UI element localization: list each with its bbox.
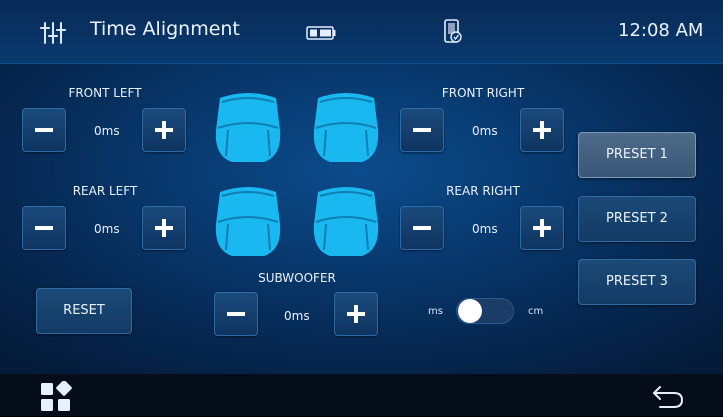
back-icon[interactable] bbox=[650, 383, 686, 409]
rear-right-plus-button[interactable] bbox=[520, 206, 564, 250]
plus-icon bbox=[155, 219, 173, 237]
unit-toggle-switch[interactable] bbox=[456, 298, 514, 324]
subwoofer-plus-button[interactable] bbox=[334, 292, 378, 336]
front-right-value: 0ms bbox=[472, 124, 498, 138]
preset-3-button[interactable]: PRESET 3 bbox=[578, 259, 696, 305]
seat-rear-left-icon[interactable] bbox=[210, 184, 286, 256]
bottom-bar bbox=[0, 374, 723, 416]
plus-icon bbox=[155, 121, 173, 139]
rear-right-value: 0ms bbox=[472, 222, 498, 236]
plus-icon bbox=[347, 305, 365, 323]
minus-icon bbox=[35, 128, 53, 132]
subwoofer-value: 0ms bbox=[284, 309, 310, 323]
page-title: Time Alignment bbox=[90, 18, 240, 40]
front-left-minus-button[interactable] bbox=[22, 108, 66, 152]
clock: 12:08 AM bbox=[618, 20, 704, 41]
front-left-label: FRONT LEFT bbox=[68, 86, 142, 100]
top-bar-divider bbox=[0, 63, 723, 64]
unit-cm-label: cm bbox=[528, 306, 544, 317]
seat-front-right-icon[interactable] bbox=[308, 90, 384, 162]
rear-right-label: REAR RIGHT bbox=[446, 184, 520, 198]
front-right-minus-button[interactable] bbox=[400, 108, 444, 152]
phone-sync-icon bbox=[442, 18, 464, 46]
rear-right-minus-button[interactable] bbox=[400, 206, 444, 250]
front-right-plus-button[interactable] bbox=[520, 108, 564, 152]
seat-rear-right-icon[interactable] bbox=[308, 184, 384, 256]
battery-icon bbox=[306, 25, 336, 40]
subwoofer-minus-button[interactable] bbox=[214, 292, 258, 336]
reset-button[interactable]: RESET bbox=[36, 288, 132, 334]
rear-left-label: REAR LEFT bbox=[72, 184, 138, 198]
unit-ms-label: ms bbox=[428, 306, 443, 317]
minus-icon bbox=[35, 226, 53, 230]
equalizer-icon[interactable] bbox=[40, 20, 66, 46]
plus-icon bbox=[533, 219, 551, 237]
plus-icon bbox=[533, 121, 551, 139]
minus-icon bbox=[413, 226, 431, 230]
front-left-plus-button[interactable] bbox=[142, 108, 186, 152]
rear-left-plus-button[interactable] bbox=[142, 206, 186, 250]
minus-icon bbox=[413, 128, 431, 132]
toggle-knob bbox=[458, 299, 482, 323]
subwoofer-label: SUBWOOFER bbox=[258, 271, 336, 285]
preset-1-button[interactable]: PRESET 1 bbox=[578, 132, 696, 178]
rear-left-minus-button[interactable] bbox=[22, 206, 66, 250]
screen: Time Alignment 12:08 AM FRONT LEFT 0ms F… bbox=[0, 0, 723, 416]
front-right-label: FRONT RIGHT bbox=[441, 86, 525, 100]
front-left-value: 0ms bbox=[94, 124, 120, 138]
seat-front-left-icon[interactable] bbox=[210, 90, 286, 162]
minus-icon bbox=[227, 312, 245, 316]
apps-grid-icon[interactable] bbox=[40, 380, 72, 413]
top-bar: Time Alignment 12:08 AM bbox=[0, 0, 723, 64]
rear-left-value: 0ms bbox=[94, 222, 120, 236]
preset-2-button[interactable]: PRESET 2 bbox=[578, 196, 696, 242]
